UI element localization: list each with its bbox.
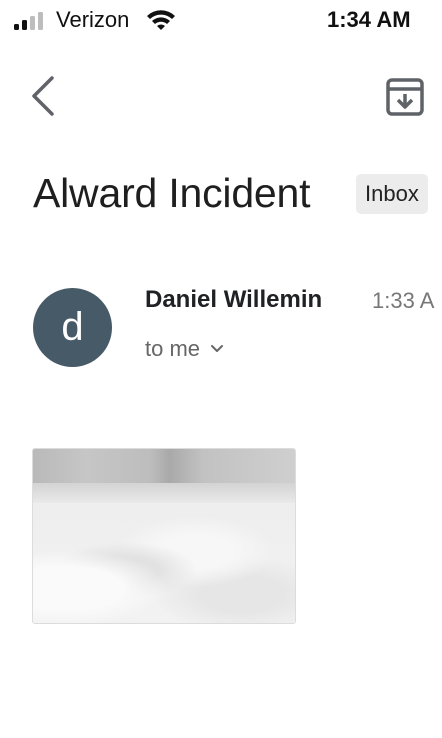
carrier-name: Verizon bbox=[56, 7, 130, 32]
status-time: 1:34 AM bbox=[327, 7, 411, 32]
attachment-blur-band bbox=[33, 483, 295, 503]
sender-name: Daniel Willemin bbox=[145, 286, 323, 313]
back-button[interactable] bbox=[26, 74, 62, 118]
archive-icon bbox=[386, 78, 424, 116]
recipient-label: to me bbox=[145, 336, 201, 361]
recipient-details-toggle[interactable]: to me bbox=[145, 336, 224, 362]
inbox-label-chip[interactable]: Inbox bbox=[356, 174, 428, 214]
email-timestamp: 1:33 A bbox=[372, 288, 435, 313]
archive-button[interactable] bbox=[384, 76, 426, 118]
blurred-attachment-image[interactable] bbox=[32, 448, 296, 624]
status-bar: Verizon 1:34 AM bbox=[0, 0, 442, 42]
email-subject: Alward Incident bbox=[33, 170, 311, 216]
attachment-blur-body bbox=[33, 503, 295, 623]
wifi-icon bbox=[147, 10, 175, 30]
sender-avatar[interactable]: d bbox=[33, 288, 112, 367]
chevron-down-icon bbox=[211, 345, 224, 352]
email-view-screen: Verizon 1:34 AM Alward Incident Inbox d … bbox=[0, 0, 442, 738]
signal-strength-icon bbox=[14, 12, 47, 30]
chevron-left-icon bbox=[32, 76, 54, 116]
